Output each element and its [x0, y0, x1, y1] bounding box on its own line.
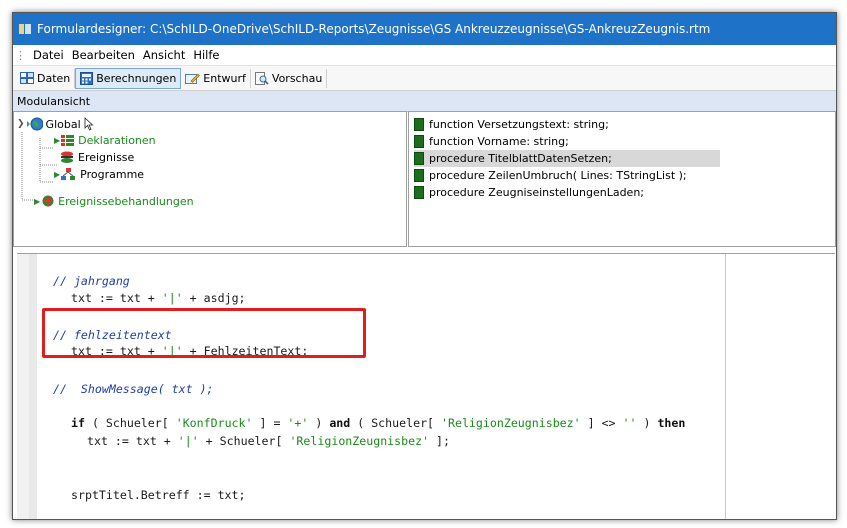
procedure-item-selected[interactable]: procedure TitelblattDatenSetzen; [414, 150, 720, 167]
procedure-doc-icon [414, 169, 424, 182]
editor-right-margin [725, 254, 726, 519]
procedure-doc-icon [414, 186, 424, 199]
procedure-doc-icon [414, 135, 424, 148]
tab-daten[interactable]: Daten [16, 68, 76, 88]
view-tabs: Daten Berechnungen Entwurf Vorschau [13, 66, 836, 91]
module-view-header: Modulansicht [13, 91, 836, 112]
code-text: ]; [429, 434, 451, 448]
module-tree: ❯ Global ▶ Deklarationen Ereignisse ▶ Pr… [13, 111, 407, 247]
code-text: ( Schueler[ [350, 416, 442, 430]
tab-vorschau[interactable]: Vorschau [251, 68, 328, 88]
tree-programme-label: Programme [80, 167, 145, 181]
tab-berechnungen[interactable]: Berechnungen [75, 67, 182, 89]
code-text: txt := txt + [71, 291, 162, 305]
editor-gutter [17, 254, 29, 519]
app-icon [19, 24, 31, 34]
procedure-item[interactable]: procedure ZeugniseinstellungenLaden; [414, 184, 644, 201]
procedure-doc-icon [414, 118, 424, 131]
tree-global-label: Global [45, 117, 81, 131]
module-view-title: Modulansicht [17, 94, 91, 108]
preview-magnifier-icon [254, 71, 269, 85]
menu-hilfe[interactable]: Hilfe [189, 48, 223, 62]
window-title: Formulardesigner: C:\SchILD-OneDrive\Sch… [37, 22, 711, 36]
code-keyword: if [71, 416, 85, 430]
mouse-cursor-icon [84, 117, 94, 131]
tree-item-ereignisbehandlungen[interactable]: ▶ Ereignissebehandlungen [34, 193, 194, 209]
code-line-6: if ( Schueler[ 'KonfDruck' ] = '+' ) and… [71, 416, 685, 430]
menu-datei[interactable]: Datei [29, 48, 68, 62]
code-text: ] <> [580, 416, 623, 430]
tab-vorschau-label: Vorschau [271, 71, 323, 85]
designer-window: Formulardesigner: C:\SchILD-OneDrive\Sch… [12, 12, 837, 520]
expand-arrow-icon: ▶ [54, 135, 61, 145]
menu-bar: ⋮ Datei Bearbeiten Ansicht Hilfe [13, 45, 836, 66]
code-editor[interactable]: // jahrgang txt := txt + '|' + asdjg; //… [17, 253, 835, 519]
tab-entwurf[interactable]: Entwurf [181, 68, 251, 88]
collapse-chevron-icon[interactable]: ❯ [17, 119, 25, 129]
procedure-list: function Versetzungstext: string; functi… [408, 111, 836, 247]
procedure-label: function Versetzungstext: string; [429, 118, 609, 131]
tree-item-ereignisse[interactable]: Ereignisse [60, 149, 134, 165]
expand-arrow-icon: ▶ [54, 169, 61, 179]
code-text: txt := txt + [87, 434, 178, 448]
code-line-8: srptTitel.Betreff := txt; [71, 488, 246, 502]
procedure-item[interactable]: procedure ZeilenUmbruch( Lines: TStringL… [414, 167, 687, 184]
editor-gutter-margin [29, 254, 37, 519]
title-bar: Formulardesigner: C:\SchILD-OneDrive\Sch… [13, 13, 836, 45]
procedure-label: procedure ZeugniseinstellungenLaden; [429, 186, 645, 199]
code-text: ( Schueler[ [84, 416, 176, 430]
procedure-label: function Vorname: string; [429, 135, 569, 148]
menu-bearbeiten[interactable]: Bearbeiten [68, 48, 139, 62]
tab-berechnungen-label: Berechnungen [96, 71, 177, 85]
tab-entwurf-label: Entwurf [203, 71, 246, 85]
code-keyword: then [657, 416, 686, 430]
procedure-label: procedure ZeilenUmbruch( Lines: TStringL… [429, 169, 687, 182]
code-string: '|' [177, 434, 199, 448]
calculator-icon [80, 71, 94, 85]
menu-grip-icon: ⋮ [15, 48, 26, 62]
tree-item-deklarationen[interactable]: ▶ Deklarationen [54, 132, 156, 148]
tree-item-programme[interactable]: ▶ Programme [54, 166, 144, 182]
code-text: + asdjg; [182, 291, 246, 305]
menu-ansicht[interactable]: Ansicht [139, 48, 189, 62]
code-line-1: // jahrgang [53, 274, 130, 288]
events-icon [61, 151, 73, 163]
code-keyword: and [329, 416, 351, 430]
code-string: '' [622, 416, 637, 430]
code-line-2: txt := txt + '|' + asdjg; [71, 291, 246, 305]
declarations-icon [61, 134, 75, 146]
procedure-item[interactable]: function Vorname: string; [414, 133, 569, 150]
tree-ereignisbehandlungen-label: Ereignissebehandlungen [58, 194, 194, 208]
code-string: '|' [161, 291, 183, 305]
procedure-label: procedure TitelblattDatenSetzen; [429, 152, 612, 165]
procedure-doc-icon [414, 152, 424, 165]
code-text: ] = [252, 416, 288, 430]
code-string: 'KonfDruck' [175, 416, 253, 430]
code-text: + Schueler[ [198, 434, 290, 448]
code-string: '+' [287, 416, 309, 430]
procedure-item[interactable]: function Versetzungstext: string; [414, 116, 609, 133]
module-panes: ❯ Global ▶ Deklarationen Ereignisse ▶ Pr… [13, 111, 836, 247]
globe-icon [26, 117, 43, 131]
code-text: ) [636, 416, 658, 430]
code-line-5: // ShowMessage( txt ); [53, 382, 214, 396]
tab-daten-label: Daten [37, 71, 71, 85]
tree-ereignisse-label: Ereignisse [78, 150, 135, 164]
event-handlers-icon [42, 195, 54, 207]
data-grid-icon [20, 72, 34, 84]
tree-deklarationen-label: Deklarationen [78, 133, 156, 147]
design-pencil-icon [185, 73, 201, 84]
code-line-7: txt := txt + '|' + Schueler[ 'ReligionZe… [87, 434, 450, 448]
programs-icon [61, 167, 76, 180]
code-string: 'ReligionZeugnisbez' [441, 416, 581, 430]
tree-item-global[interactable]: ❯ Global [17, 116, 94, 132]
code-text: ) [308, 416, 330, 430]
highlight-annotation-box [42, 308, 366, 358]
expand-arrow-icon: ▶ [34, 196, 41, 206]
code-string: 'ReligionZeugnisbez' [289, 434, 430, 448]
